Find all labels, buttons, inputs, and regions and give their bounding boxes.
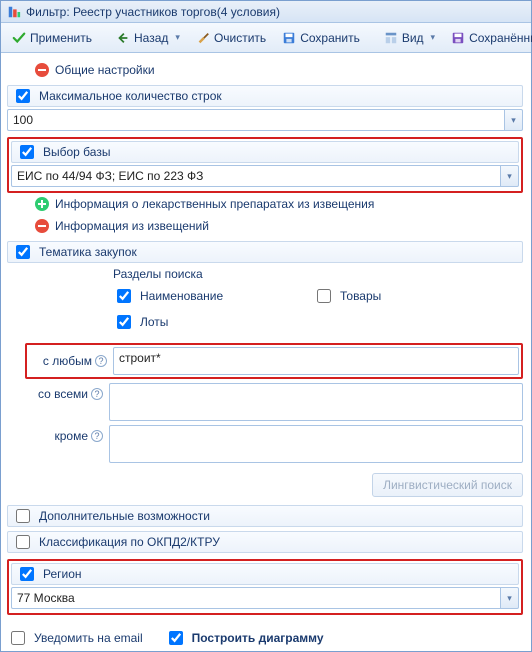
- okpd-label: Классификация по ОКПД2/КТРУ: [39, 535, 220, 549]
- lots-label: Лоты: [140, 315, 168, 329]
- topic-header[interactable]: Тематика закупок: [7, 241, 523, 263]
- any-input[interactable]: строит*: [113, 347, 519, 375]
- back-button[interactable]: Назад: [109, 26, 187, 50]
- search-sections-label: Разделы поиска: [25, 263, 523, 283]
- except-label-col: кроме ?: [25, 425, 109, 443]
- all-label: со всеми: [38, 387, 88, 401]
- region-checkbox[interactable]: [20, 567, 34, 581]
- linguistic-search-button: Лингвистический поиск: [372, 473, 523, 497]
- region-header[interactable]: Регион: [11, 563, 519, 585]
- clear-button[interactable]: Очистить: [189, 26, 273, 50]
- region-input[interactable]: [11, 587, 501, 609]
- clear-label: Очистить: [214, 31, 266, 45]
- extra-label: Дополнительные возможности: [39, 509, 210, 523]
- region-label: Регион: [43, 567, 82, 581]
- general-settings-row[interactable]: Общие настройки: [7, 59, 523, 81]
- except-input[interactable]: [109, 425, 523, 463]
- highlight-any: с любым ? строит*: [25, 343, 523, 379]
- window-title: Фильтр: Реестр участников торгов(4 услов…: [26, 5, 280, 19]
- goods-label: Товары: [340, 289, 381, 303]
- extra-checkbox[interactable]: [16, 509, 30, 523]
- except-label: кроме: [54, 429, 88, 443]
- back-icon: [116, 31, 130, 45]
- titlebar: Фильтр: Реестр участников торгов(4 услов…: [1, 1, 531, 23]
- topic-label: Тематика закупок: [39, 245, 137, 259]
- view-label: Вид: [402, 31, 424, 45]
- filter-body[interactable]: Общие настройки Максимальное количество …: [1, 53, 531, 651]
- floppy-icon: [282, 31, 296, 45]
- maxrows-dropdown[interactable]: ▾: [505, 109, 523, 131]
- db-input[interactable]: [11, 165, 501, 187]
- back-label: Назад: [134, 31, 168, 45]
- layout-icon: [384, 31, 398, 45]
- broom-icon: [196, 31, 210, 45]
- region-dropdown[interactable]: ▾: [501, 587, 519, 609]
- drug-info-row[interactable]: Информация о лекарственных препаратах из…: [7, 193, 523, 215]
- db-dropdown[interactable]: ▾: [501, 165, 519, 187]
- maxrows-header[interactable]: Максимальное количество строк: [7, 85, 523, 107]
- all-input[interactable]: [109, 383, 523, 421]
- db-header[interactable]: Выбор базы: [11, 141, 519, 163]
- apply-label: Применить: [30, 31, 92, 45]
- toolbar: Применить Назад Очистить Сохранить Вид С…: [1, 23, 531, 53]
- goods-checkbox[interactable]: [317, 289, 331, 303]
- build-chart-checkbox[interactable]: [169, 631, 183, 645]
- view-button[interactable]: Вид: [377, 26, 442, 50]
- maxrows-checkbox[interactable]: [16, 89, 30, 103]
- name-label: Наименование: [140, 289, 223, 303]
- extra-header[interactable]: Дополнительные возможности: [7, 505, 523, 527]
- notify-email-label: Уведомить на email: [34, 631, 143, 645]
- highlight-db: Выбор базы ▾: [7, 137, 523, 193]
- any-label: с любым: [43, 354, 92, 368]
- maxrows-label: Максимальное количество строк: [39, 89, 222, 103]
- apply-button[interactable]: Применить: [5, 26, 99, 50]
- app-icon: [7, 5, 21, 19]
- topic-checkbox[interactable]: [16, 245, 30, 259]
- maxrows-input[interactable]: [7, 109, 505, 131]
- any-label-col: с любым ?: [29, 354, 113, 368]
- build-chart-label: Построить диаграмму: [192, 631, 324, 645]
- saved-label: Сохранённые: [469, 31, 532, 45]
- general-settings-label: Общие настройки: [55, 63, 155, 77]
- highlight-region: Регион ▾: [7, 559, 523, 615]
- db-checkbox[interactable]: [20, 145, 34, 159]
- save-button[interactable]: Сохранить: [275, 26, 367, 50]
- plus-icon: [35, 197, 49, 211]
- saved-button[interactable]: Сохранённые: [444, 26, 532, 50]
- all-label-col: со всеми ?: [25, 383, 109, 401]
- notice-info-row[interactable]: Информация из извещений: [7, 215, 523, 237]
- help-icon[interactable]: ?: [95, 355, 107, 367]
- okpd-checkbox[interactable]: [16, 535, 30, 549]
- db-label: Выбор базы: [43, 145, 110, 159]
- save-label: Сохранить: [300, 31, 360, 45]
- help-icon[interactable]: ?: [91, 388, 103, 400]
- help-icon[interactable]: ?: [91, 430, 103, 442]
- lots-checkbox[interactable]: [117, 315, 131, 329]
- name-checkbox[interactable]: [117, 289, 131, 303]
- minus-icon: [35, 219, 49, 233]
- minus-icon: [35, 63, 49, 77]
- notify-email-checkbox[interactable]: [11, 631, 25, 645]
- check-icon: [12, 31, 26, 45]
- floppy-icon: [451, 31, 465, 45]
- okpd-header[interactable]: Классификация по ОКПД2/КТРУ: [7, 531, 523, 553]
- drug-info-label: Информация о лекарственных препаратах из…: [55, 197, 374, 211]
- notice-info-label: Информация из извещений: [55, 219, 209, 233]
